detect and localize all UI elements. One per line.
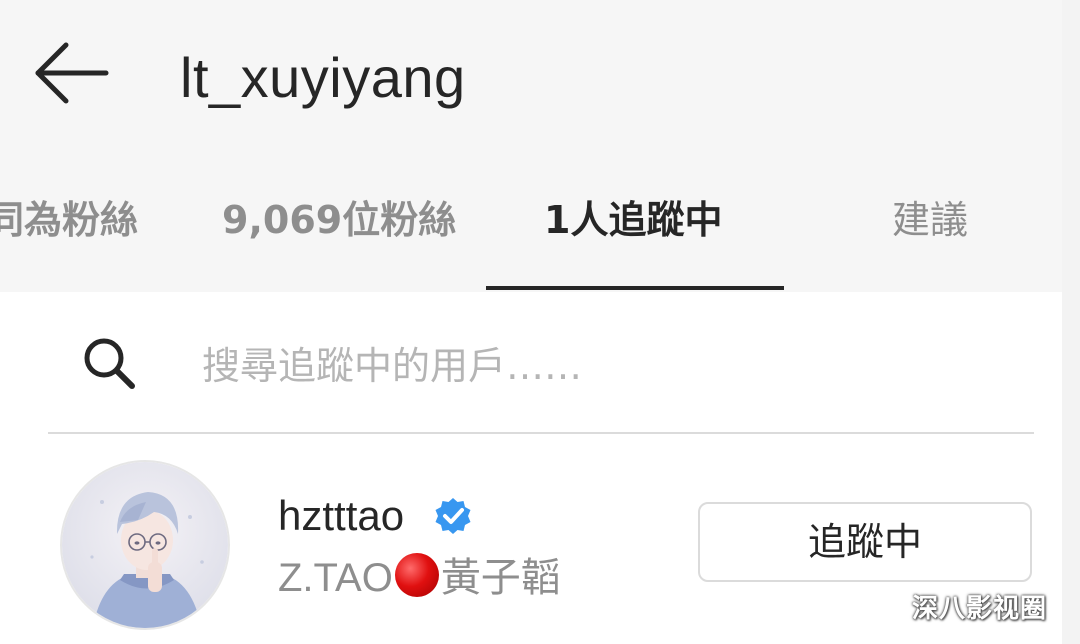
tab-mutual-followers[interactable]: 同為粉絲 [0, 188, 138, 252]
search-icon [84, 338, 135, 389]
tab-followers[interactable]: 9,069位粉絲 [222, 188, 456, 252]
edge-strip [1062, 0, 1080, 644]
following-full-name: Z.TAO 黃子韜 [278, 550, 561, 606]
tab-following[interactable]: 1人追蹤中 [544, 188, 722, 252]
following-button[interactable]: 追蹤中 [698, 502, 1032, 582]
arrow-left-icon [35, 42, 109, 104]
search-input[interactable] [202, 334, 1022, 398]
red-circle-icon [394, 553, 439, 597]
avatar-illustration-icon [62, 462, 228, 628]
watermark: 深八影视圈 [912, 594, 1048, 624]
page-title: lt_xuyiyang [180, 46, 466, 109]
divider [48, 432, 1034, 434]
avatar[interactable] [60, 460, 230, 630]
full-name-suffix: 黃子韜 [440, 555, 561, 601]
verified-badge-icon [435, 498, 471, 534]
back-button[interactable] [28, 38, 114, 108]
active-tab-indicator [486, 286, 784, 290]
following-username[interactable]: hztttao [278, 488, 404, 544]
full-name-prefix: Z.TAO [278, 556, 393, 600]
tab-suggestions[interactable]: 建議 [892, 188, 968, 252]
